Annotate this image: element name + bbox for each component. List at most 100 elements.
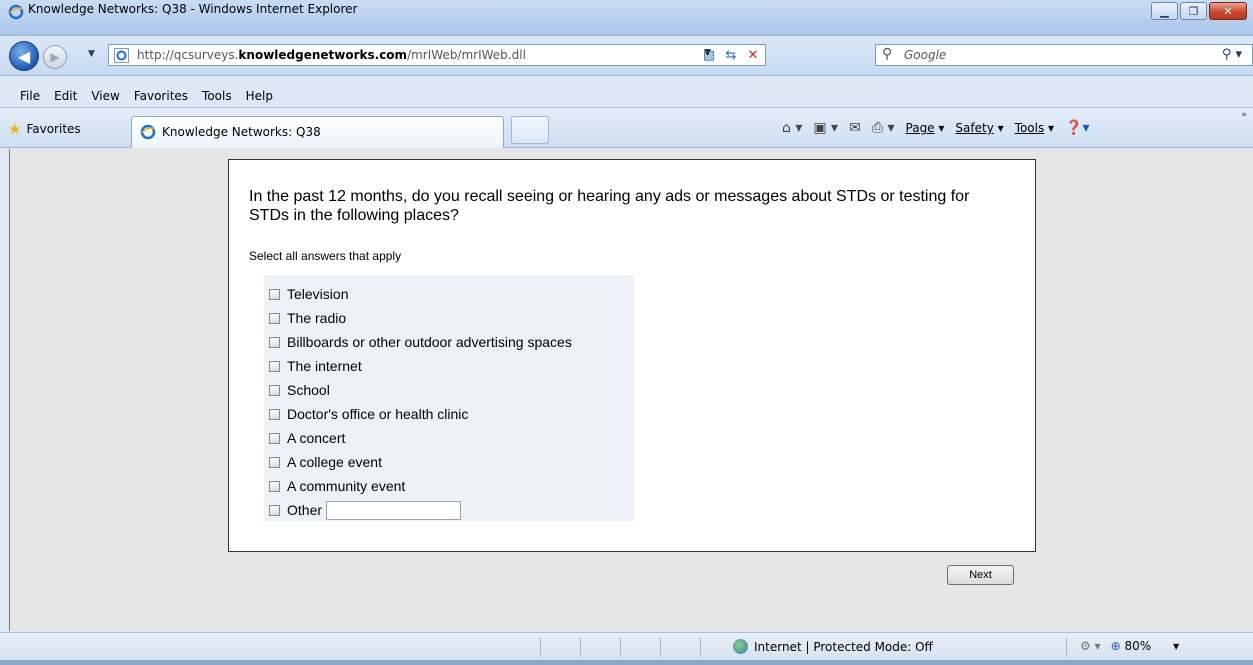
menu-help[interactable]: Help — [246, 89, 273, 103]
forward-arrow-icon: ▶ — [50, 50, 60, 64]
menu-bar: File Edit View Favorites Tools Help — [0, 84, 1253, 108]
overflow-chevron-icon[interactable]: » — [1241, 110, 1247, 120]
window-title: Knowledge Networks: Q38 - Windows Intern… — [28, 2, 358, 16]
stop-icon[interactable]: ✕ — [745, 47, 761, 63]
next-button[interactable]: Next — [947, 565, 1014, 585]
menu-edit[interactable]: Edit — [54, 89, 77, 103]
checkbox[interactable] — [269, 312, 280, 324]
option-label: School — [287, 382, 330, 398]
option-label: The internet — [287, 358, 362, 374]
tools-menu-label: Tools — [1014, 121, 1045, 135]
minimize-button[interactable]: ▁ — [1151, 2, 1178, 20]
zoom-dropdown-icon[interactable]: ▾ — [1173, 639, 1179, 653]
option-internet[interactable]: The internet — [264, 354, 634, 378]
checkbox[interactable] — [269, 360, 280, 372]
safety-menu[interactable]: Safety ▾ — [955, 121, 1003, 135]
forward-button[interactable]: ▶ — [43, 45, 67, 69]
mail-icon[interactable]: ✉ — [849, 120, 861, 136]
option-doctors-office[interactable]: Doctor's office or health clinic — [264, 402, 634, 426]
command-bar: ⌂ ▾ ▣ ▾ ✉ ⎙ ▾ Page ▾ Safety ▾ Tools ▾ ❓▾ — [782, 120, 1090, 136]
menu-view[interactable]: View — [91, 89, 119, 103]
option-label: Billboards or other outdoor advertising … — [287, 334, 572, 350]
instruction-text: Select all answers that apply — [249, 249, 402, 263]
checkbox[interactable] — [269, 456, 280, 468]
window-controls: ▁ ❐ ✕ — [1149, 2, 1247, 20]
status-divider — [1066, 637, 1067, 657]
answer-options: Television The radio Billboards or other… — [264, 275, 634, 521]
recent-pages-dropdown[interactable]: ▼ — [88, 49, 95, 59]
status-divider — [540, 637, 541, 657]
url-text[interactable]: http://qcsurveys.knowledgenetworks.com/m… — [137, 48, 526, 62]
status-divider — [700, 637, 701, 657]
option-billboards[interactable]: Billboards or other outdoor advertising … — [264, 330, 634, 354]
print-icon[interactable]: ⎙ ▾ — [872, 120, 895, 136]
back-button[interactable]: ◀ — [9, 41, 39, 71]
status-tools: ⚙ ▾ ⊕ 80% ▾ — [1080, 639, 1179, 653]
option-other[interactable]: Other — [264, 498, 634, 522]
option-label: A community event — [287, 478, 406, 494]
favorites-button[interactable]: ★ Favorites — [8, 120, 81, 138]
favorites-label: Favorites — [26, 122, 81, 136]
home-icon[interactable]: ⌂ ▾ — [782, 120, 802, 136]
tab-label: Knowledge Networks: Q38 — [162, 125, 321, 139]
manage-addons-icon[interactable]: ⚙ ▾ — [1080, 639, 1101, 653]
search-icon[interactable]: ⚲ ▾ — [1222, 47, 1242, 62]
menu-tools[interactable]: Tools — [202, 89, 232, 103]
page-menu-label: Page — [905, 121, 935, 135]
option-label: Doctor's office or health clinic — [287, 406, 469, 422]
checkbox[interactable] — [269, 384, 280, 396]
restore-button[interactable]: ❐ — [1180, 2, 1207, 20]
option-label: A college event — [287, 454, 382, 470]
search-placeholder: Google — [904, 48, 947, 62]
zoom-control[interactable]: ⊕ 80% — [1111, 639, 1152, 653]
tools-menu[interactable]: Tools ▾ — [1015, 121, 1054, 135]
address-bar[interactable]: http://qcsurveys.knowledgenetworks.com/m… — [108, 44, 766, 66]
menu-file[interactable]: File — [20, 89, 40, 103]
status-divider — [660, 637, 661, 657]
checkbox[interactable] — [269, 336, 280, 348]
navigation-bar: ◀ ▶ ▼ http://qcsurveys.knowledgenetworks… — [0, 36, 1253, 76]
checkbox[interactable] — [269, 288, 280, 300]
security-zone[interactable]: Internet | Protected Mode: Off — [733, 639, 933, 654]
option-community-event[interactable]: A community event — [264, 474, 634, 498]
question-panel: In the past 12 months, do you recall see… — [228, 159, 1036, 552]
page-menu[interactable]: Page ▾ — [906, 121, 945, 135]
page-content: In the past 12 months, do you recall see… — [9, 149, 1253, 631]
security-zone-label: Internet | Protected Mode: Off — [754, 639, 933, 654]
option-concert[interactable]: A concert — [264, 426, 634, 450]
menu-favorites[interactable]: Favorites — [134, 89, 188, 103]
search-box[interactable]: ⚲ Google ⚲ ▾ — [875, 44, 1253, 66]
checkbox[interactable] — [269, 408, 280, 420]
feeds-icon[interactable]: ▣ ▾ — [813, 120, 838, 136]
checkbox[interactable] — [269, 504, 280, 516]
option-label: Other — [287, 502, 323, 518]
title-bar: Knowledge Networks: Q38 - Windows Intern… — [0, 0, 1253, 36]
help-icon[interactable]: ❓▾ — [1065, 120, 1089, 136]
url-prefix: http://qcsurveys. — [137, 48, 239, 62]
checkbox[interactable] — [269, 480, 280, 492]
status-bar: Internet | Protected Mode: Off ⚙ ▾ ⊕ 80%… — [0, 632, 1253, 660]
option-school[interactable]: School — [264, 378, 634, 402]
url-domain: knowledgenetworks.com — [238, 48, 408, 62]
refresh-icon[interactable]: ⇆ — [723, 47, 739, 63]
compatibility-view-icon[interactable]: ▧ — [701, 47, 717, 63]
checkbox[interactable] — [269, 432, 280, 444]
star-icon: ★ — [8, 120, 22, 138]
taskbar-edge — [0, 660, 1253, 665]
option-television[interactable]: Television — [264, 282, 634, 306]
search-provider-icon: ⚲ — [882, 46, 893, 62]
zoom-level: 80% — [1124, 639, 1152, 653]
tab-knowledge-networks[interactable]: Knowledge Networks: Q38 — [131, 116, 504, 148]
other-text-input[interactable] — [326, 500, 462, 520]
option-college-event[interactable]: A college event — [264, 450, 634, 474]
option-radio[interactable]: The radio — [264, 306, 634, 330]
question-text: In the past 12 months, do you recall see… — [249, 188, 970, 224]
ie-logo-icon — [8, 4, 24, 20]
option-label: The radio — [287, 310, 347, 326]
status-divider — [580, 637, 581, 657]
status-divider — [620, 637, 621, 657]
new-tab-button[interactable] — [511, 116, 549, 144]
ie-logo-icon — [140, 124, 156, 140]
close-button[interactable]: ✕ — [1209, 2, 1247, 20]
zoom-icon: ⊕ — [1110, 639, 1121, 653]
